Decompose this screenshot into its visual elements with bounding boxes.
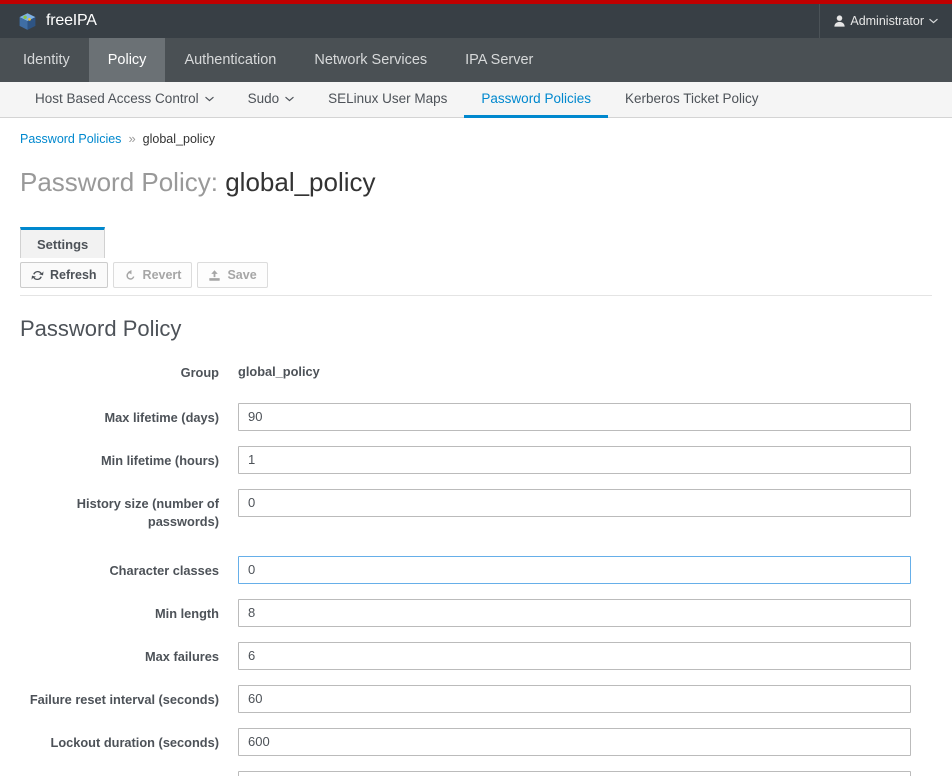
brand[interactable]: freeIPA — [18, 12, 97, 31]
breadcrumb: Password Policies » global_policy — [20, 118, 932, 146]
form-row-group: Group global_policy — [20, 358, 932, 383]
brand-name: freeIPA — [46, 12, 97, 29]
subnav-label: Sudo — [247, 91, 280, 106]
chevron-down-icon — [204, 96, 214, 101]
save-button-label: Save — [227, 268, 257, 282]
input-failure-reset-interval[interactable] — [238, 684, 911, 713]
label-min-length: Min length — [155, 605, 219, 621]
label-priority: Priority — [20, 771, 238, 776]
label-lockout-duration: Lockout duration (seconds) — [50, 734, 220, 750]
revert-button[interactable]: Revert — [112, 262, 193, 289]
label-group: Group — [180, 365, 219, 381]
input-priority[interactable] — [238, 770, 911, 776]
input-history-size[interactable] — [238, 488, 911, 517]
mainnav-item-authentication[interactable]: Authentication — [165, 38, 295, 82]
input-character-classes[interactable] — [238, 555, 911, 584]
subnav-item-sudo[interactable]: Sudo — [231, 82, 312, 118]
form-row-min-lifetime-hours: Min lifetime (hours) — [20, 445, 932, 474]
form-row-character-classes: Character classes — [20, 555, 932, 584]
input-max-lifetime-days[interactable] — [238, 402, 911, 431]
label-min-lifetime-hours: Min lifetime (hours) — [100, 452, 219, 468]
subnav-item-selinux-user-maps[interactable]: SELinux User Maps — [311, 82, 464, 118]
subnav-label: Password Policies — [481, 91, 591, 106]
form-row-history-size: History size (number of passwords) — [20, 488, 932, 532]
subnav-label: SELinux User Maps — [328, 91, 448, 106]
input-min-lifetime-hours[interactable] — [238, 445, 911, 474]
toolbar: Refresh Revert Save — [20, 258, 932, 297]
mainnav-label: Network Services — [314, 52, 428, 68]
revert-button-label: Revert — [142, 268, 182, 282]
label-history-size: History size (number of passwords) — [76, 495, 219, 530]
breadcrumb-separator: » — [128, 131, 136, 146]
mainnav-label: Authentication — [184, 52, 277, 68]
form-row-priority: Priority — [20, 770, 932, 776]
page-title-prefix: Password Policy: — [20, 167, 218, 197]
form-row-max-failures: Max failures — [20, 641, 932, 670]
mainnav-label: Policy — [107, 52, 147, 68]
facet-tabs: Settings — [20, 227, 932, 258]
label-character-classes: Character classes — [109, 562, 219, 578]
section-title: Password Policy — [20, 316, 182, 342]
secondary-navigation: Host Based Access Control Sudo SELinux U… — [0, 82, 952, 118]
subnav-label: Kerberos Ticket Policy — [624, 91, 759, 106]
chevron-down-icon — [285, 96, 294, 101]
main-navigation: Identity Policy Authentication Network S… — [0, 38, 952, 82]
content-area: Password Policies » global_policy Passwo… — [0, 118, 952, 776]
page-title-object: global_policy — [225, 167, 376, 197]
password-policy-form: Group global_policy Max lifetime (days) … — [20, 358, 932, 776]
label-max-lifetime-days: Max lifetime (days) — [104, 409, 220, 425]
subnav-item-password-policies[interactable]: Password Policies — [464, 82, 608, 118]
form-row-lockout-duration: Lockout duration (seconds) — [20, 727, 932, 756]
page-title: Password Policy: global_policy — [20, 167, 932, 198]
subnav-item-kerberos-ticket-policy[interactable]: Kerberos Ticket Policy — [608, 82, 776, 118]
mainnav-label: IPA Server — [465, 52, 534, 68]
tab-settings-label: Settings — [37, 237, 89, 252]
breadcrumb-link-password-policies[interactable]: Password Policies — [20, 132, 121, 146]
label-failure-reset-interval: Failure reset interval (seconds) — [29, 691, 219, 707]
mainnav-item-policy[interactable]: Policy — [88, 38, 166, 82]
chevron-down-icon — [929, 18, 938, 24]
mainnav-item-network-services[interactable]: Network Services — [295, 38, 446, 82]
upload-icon — [209, 269, 221, 281]
value-group: global_policy — [238, 364, 320, 380]
user-menu[interactable]: Administrator — [819, 4, 952, 38]
mainnav-item-identity[interactable]: Identity — [4, 38, 89, 82]
mainnav-label: Identity — [23, 52, 70, 68]
refresh-button[interactable]: Refresh — [20, 262, 108, 289]
tab-settings[interactable]: Settings — [20, 227, 106, 258]
subnav-item-host-based-access-control[interactable]: Host Based Access Control — [18, 82, 231, 118]
mainnav-item-ipa-server[interactable]: IPA Server — [446, 38, 552, 82]
refresh-button-label: Refresh — [50, 268, 97, 282]
masthead: freeIPA Administrator — [0, 4, 952, 38]
user-menu-label: Administrator — [850, 14, 924, 28]
input-min-length[interactable] — [238, 598, 911, 627]
save-button[interactable]: Save — [197, 262, 268, 289]
form-row-failure-reset-interval: Failure reset interval (seconds) — [20, 684, 932, 713]
input-max-failures[interactable] — [238, 641, 911, 670]
refresh-icon — [31, 270, 44, 280]
form-row-max-lifetime-days: Max lifetime (days) — [20, 402, 932, 431]
subnav-label: Host Based Access Control — [35, 91, 199, 106]
input-lockout-duration[interactable] — [238, 727, 911, 756]
breadcrumb-current: global_policy — [142, 131, 215, 146]
user-icon — [834, 15, 845, 27]
undo-icon — [125, 269, 134, 280]
label-max-failures: Max failures — [145, 648, 219, 664]
form-row-min-length: Min length — [20, 598, 932, 627]
cube-icon — [19, 12, 36, 30]
